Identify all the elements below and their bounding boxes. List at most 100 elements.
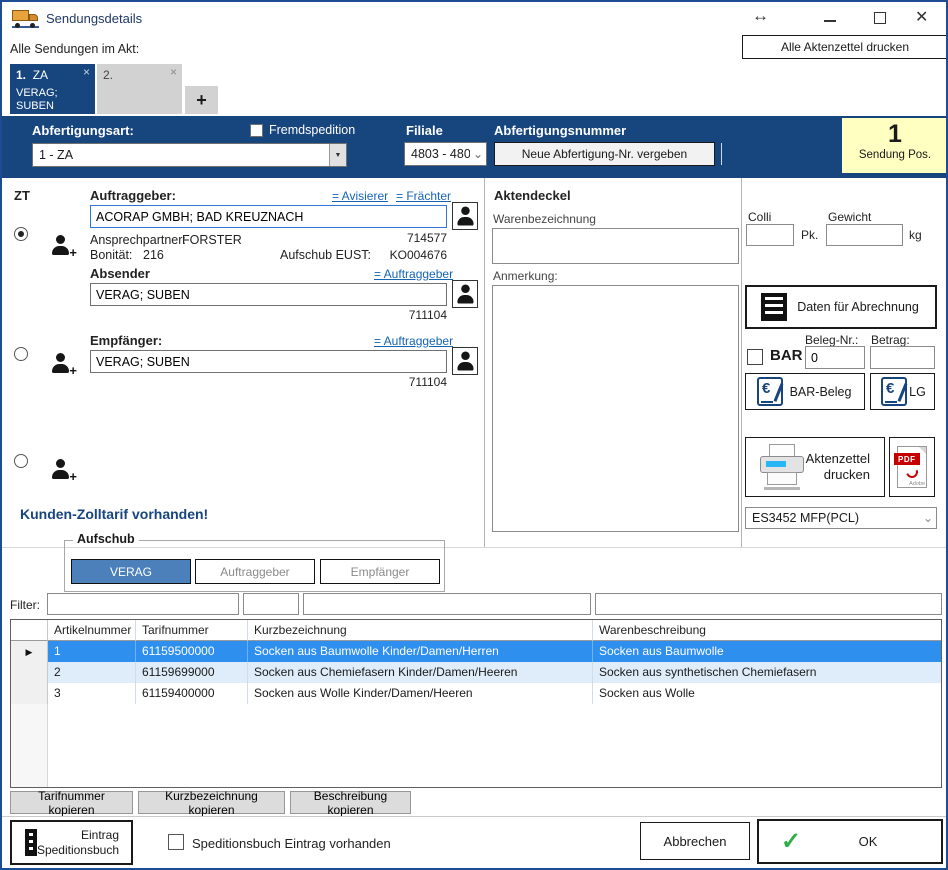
filter-input-2[interactable] — [243, 593, 299, 615]
table-row[interactable]: ▶ 1 61159500000 Socken aus Baumwolle Kin… — [11, 641, 941, 662]
auftraggeber-person-button[interactable] — [452, 202, 478, 230]
tab-shipment-1[interactable]: 1. ZA × VERAG; SUBEN — [10, 64, 95, 114]
abfertigungsart-dropdown-icon[interactable]: ▼ — [329, 144, 346, 166]
eintrag-speditionsbuch-button[interactable]: EintragSpeditionsbuch — [10, 820, 133, 865]
neue-abfertigung-button[interactable]: Neue Abfertigung-Nr. vergeben — [494, 142, 715, 166]
divider-left-mid — [484, 178, 485, 547]
aufschub-empfaenger-button[interactable]: Empfänger — [320, 559, 440, 584]
abfertigungsnummer-label: Abfertigungsnummer — [494, 123, 626, 138]
person-icon — [456, 352, 475, 371]
pdf-button[interactable]: PDF Adobe — [889, 437, 935, 497]
fraechter-link[interactable]: = Frächter — [396, 189, 451, 203]
aufschub-eust-value: KO004676 — [367, 248, 447, 262]
col-header-artikelnummer[interactable]: Artikelnummer — [48, 620, 136, 641]
band-separator — [721, 143, 722, 165]
aktenzettel-drucken-button[interactable]: Aktenzetteldrucken — [745, 437, 885, 497]
absender-auftraggeber-link[interactable]: = Auftraggeber — [374, 267, 453, 281]
printer-value: ES3452 MFP(PCL) — [746, 511, 920, 525]
empfaenger-auftraggeber-link[interactable]: = Auftraggeber — [374, 334, 453, 348]
aktenzettel-drucken-label: Aktenzetteldrucken — [806, 451, 878, 483]
kg-label: kg — [909, 228, 922, 242]
filiale-select[interactable]: 4803 - 480 ⌄ — [404, 142, 487, 166]
check-icon: ✓ — [781, 827, 801, 856]
close-button[interactable]: ✕ — [915, 7, 928, 27]
tab1-close-icon[interactable]: × — [83, 66, 90, 78]
speditionsbuch-checkbox[interactable] — [168, 834, 184, 850]
col-header-warenbeschreibung[interactable]: Warenbeschreibung — [593, 620, 942, 641]
cell-tarifnummer: 61159500000 — [136, 641, 248, 662]
filter-label: Filter: — [10, 598, 40, 612]
col-header-kurzbezeichnung[interactable]: Kurzbezeichnung — [248, 620, 593, 641]
filter-input-1[interactable] — [47, 593, 239, 615]
gewicht-input[interactable] — [826, 224, 903, 246]
avisierer-link[interactable]: = Avisierer — [332, 189, 388, 203]
printer-chevron-icon[interactable]: ⌄ — [920, 513, 936, 523]
bar-beleg-button[interactable]: € BAR-Beleg — [745, 373, 865, 410]
table-row[interactable]: 2 61159699000 Socken aus Chemiefasern Ki… — [11, 662, 941, 683]
zt-radio-auftraggeber[interactable] — [14, 227, 28, 241]
minimize-button[interactable] — [824, 20, 836, 22]
lg-button[interactable]: € LG — [870, 373, 935, 410]
bar-label: BAR — [770, 347, 803, 364]
table-header-row: Artikelnummer Tarifnummer Kurzbezeichnun… — [11, 620, 941, 641]
copy-kurzbezeichnung-button[interactable]: Kurzbezeichnung kopieren — [138, 791, 285, 814]
abfertigungsart-label: Abfertigungsart: — [32, 123, 134, 138]
person-icon — [456, 285, 475, 304]
add-person-icon-auftraggeber[interactable]: + — [50, 235, 70, 255]
copy-tarifnummer-button[interactable]: Tarifnummer kopieren — [10, 791, 133, 814]
list-icon — [25, 829, 37, 856]
bar-checkbox[interactable] — [747, 349, 763, 365]
ok-button[interactable]: ✓ OK — [757, 819, 943, 864]
fremdspedition-checkbox[interactable] — [250, 124, 263, 137]
betrag-input[interactable] — [870, 346, 935, 369]
tab2-close-icon[interactable]: × — [170, 66, 177, 78]
tab-shipment-2[interactable]: 2. × — [97, 64, 182, 114]
print-all-aktenzettel-button[interactable]: Alle Aktenzettel drucken — [742, 35, 948, 59]
empfaenger-input[interactable] — [90, 350, 447, 373]
col-header-tarifnummer[interactable]: Tarifnummer — [136, 620, 248, 641]
add-tab-button[interactable]: + — [185, 86, 218, 114]
resize-icon[interactable]: ↔ — [752, 6, 769, 26]
maximize-button[interactable] — [874, 12, 886, 24]
gewicht-label: Gewicht — [828, 210, 871, 224]
table-row[interactable]: 3 61159400000 Socken aus Wolle Kinder/Da… — [11, 683, 941, 704]
abfertigungsart-select[interactable]: 1 - ZA ▼ — [32, 143, 347, 167]
add-person-icon-absender[interactable]: + — [50, 353, 70, 373]
aufschub-auftraggeber-button[interactable]: Auftraggeber — [195, 559, 315, 584]
cell-warenbeschreibung: Socken aus synthetischen Chemiefasern — [593, 662, 942, 683]
bar-beleg-label: BAR-Beleg — [783, 385, 858, 399]
auftraggeber-input[interactable] — [90, 205, 447, 228]
ansprechpartner-label: Ansprechpartner: — [90, 233, 186, 247]
warenbezeichnung-input[interactable] — [492, 228, 739, 264]
absender-person-button[interactable] — [452, 280, 478, 308]
filiale-chevron-icon[interactable]: ⌄ — [470, 149, 486, 159]
copy-beschreibung-button[interactable]: Beschreibung kopieren — [290, 791, 411, 814]
pk-label: Pk. — [801, 228, 818, 242]
printer-select[interactable]: ES3452 MFP(PCL) ⌄ — [745, 507, 937, 529]
table-header-selector — [11, 620, 48, 641]
cell-artikelnummer: 1 — [48, 641, 136, 662]
aufschub-verag-button[interactable]: VERAG — [71, 559, 191, 584]
daten-fuer-abrechnung-button[interactable]: Daten für Abrechnung — [745, 285, 937, 329]
euro-doc-icon: € — [881, 377, 907, 406]
pdf-icon: PDF Adobe — [897, 446, 927, 488]
filter-input-3[interactable] — [303, 593, 591, 615]
absender-input[interactable] — [90, 283, 447, 306]
colli-input[interactable] — [746, 224, 794, 246]
ok-label: OK — [801, 834, 935, 849]
table-empty-area — [11, 704, 941, 788]
tab1-line2: VERAG; — [16, 87, 58, 99]
lg-label: LG — [907, 385, 928, 399]
bonitaet-label: Bonität: — [90, 248, 132, 262]
person-icon — [456, 207, 475, 226]
abbrechen-button[interactable]: Abbrechen — [640, 822, 750, 860]
filter-input-4[interactable] — [595, 593, 942, 615]
zt-radio-empfaenger[interactable] — [14, 454, 28, 468]
anmerkung-textarea[interactable] — [492, 285, 739, 532]
zt-radio-absender[interactable] — [14, 347, 28, 361]
sendung-pos-label: Sendung Pos. — [842, 149, 948, 161]
empfaenger-person-button[interactable] — [452, 347, 478, 375]
window-title: Sendungsdetails — [46, 11, 142, 26]
beleg-nr-input[interactable] — [805, 346, 865, 369]
add-person-icon-empfaenger[interactable]: + — [50, 459, 70, 479]
